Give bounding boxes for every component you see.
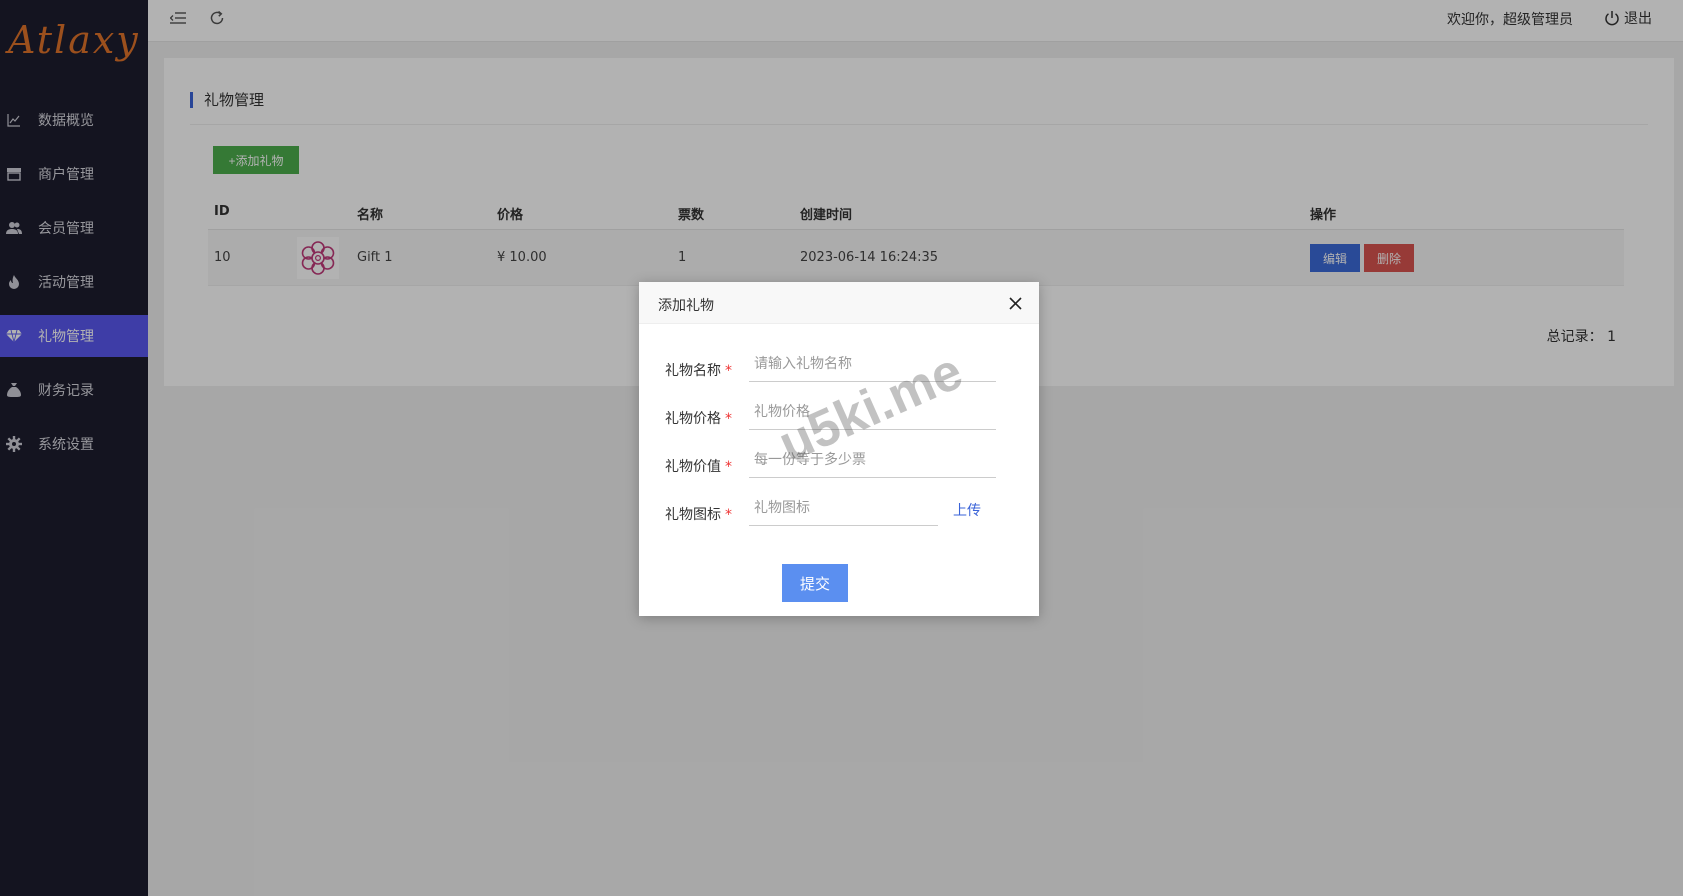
form-label: 礼物价值 * [665, 459, 732, 475]
form-label: 礼物价格 * [665, 411, 732, 427]
dialog-title: 添加礼物 [658, 298, 714, 314]
submit-button[interactable]: 提交 [782, 564, 848, 602]
form-label: 礼物图标 * [665, 507, 732, 523]
dialog-header: 添加礼物 [639, 282, 1039, 324]
form-row-price: 礼物价格 * [639, 394, 1039, 434]
form-label: 礼物名称 * [665, 363, 732, 379]
form-row-name: 礼物名称 * [639, 346, 1039, 386]
upload-link[interactable]: 上传 [953, 500, 981, 520]
form-row-icon: 礼物图标* 上传 [639, 490, 1039, 530]
form-row-worth: 礼物价值 * [639, 442, 1039, 482]
add-gift-dialog: 添加礼物 礼物名称* 礼物价格* 礼物价值* 礼物图标* 上传 提交 [639, 282, 1039, 616]
gift-price-input[interactable] [749, 394, 996, 430]
close-icon[interactable] [1007, 295, 1023, 311]
gift-name-input[interactable] [749, 346, 996, 382]
gift-icon-input[interactable] [749, 490, 938, 526]
gift-worth-input[interactable] [749, 442, 996, 478]
